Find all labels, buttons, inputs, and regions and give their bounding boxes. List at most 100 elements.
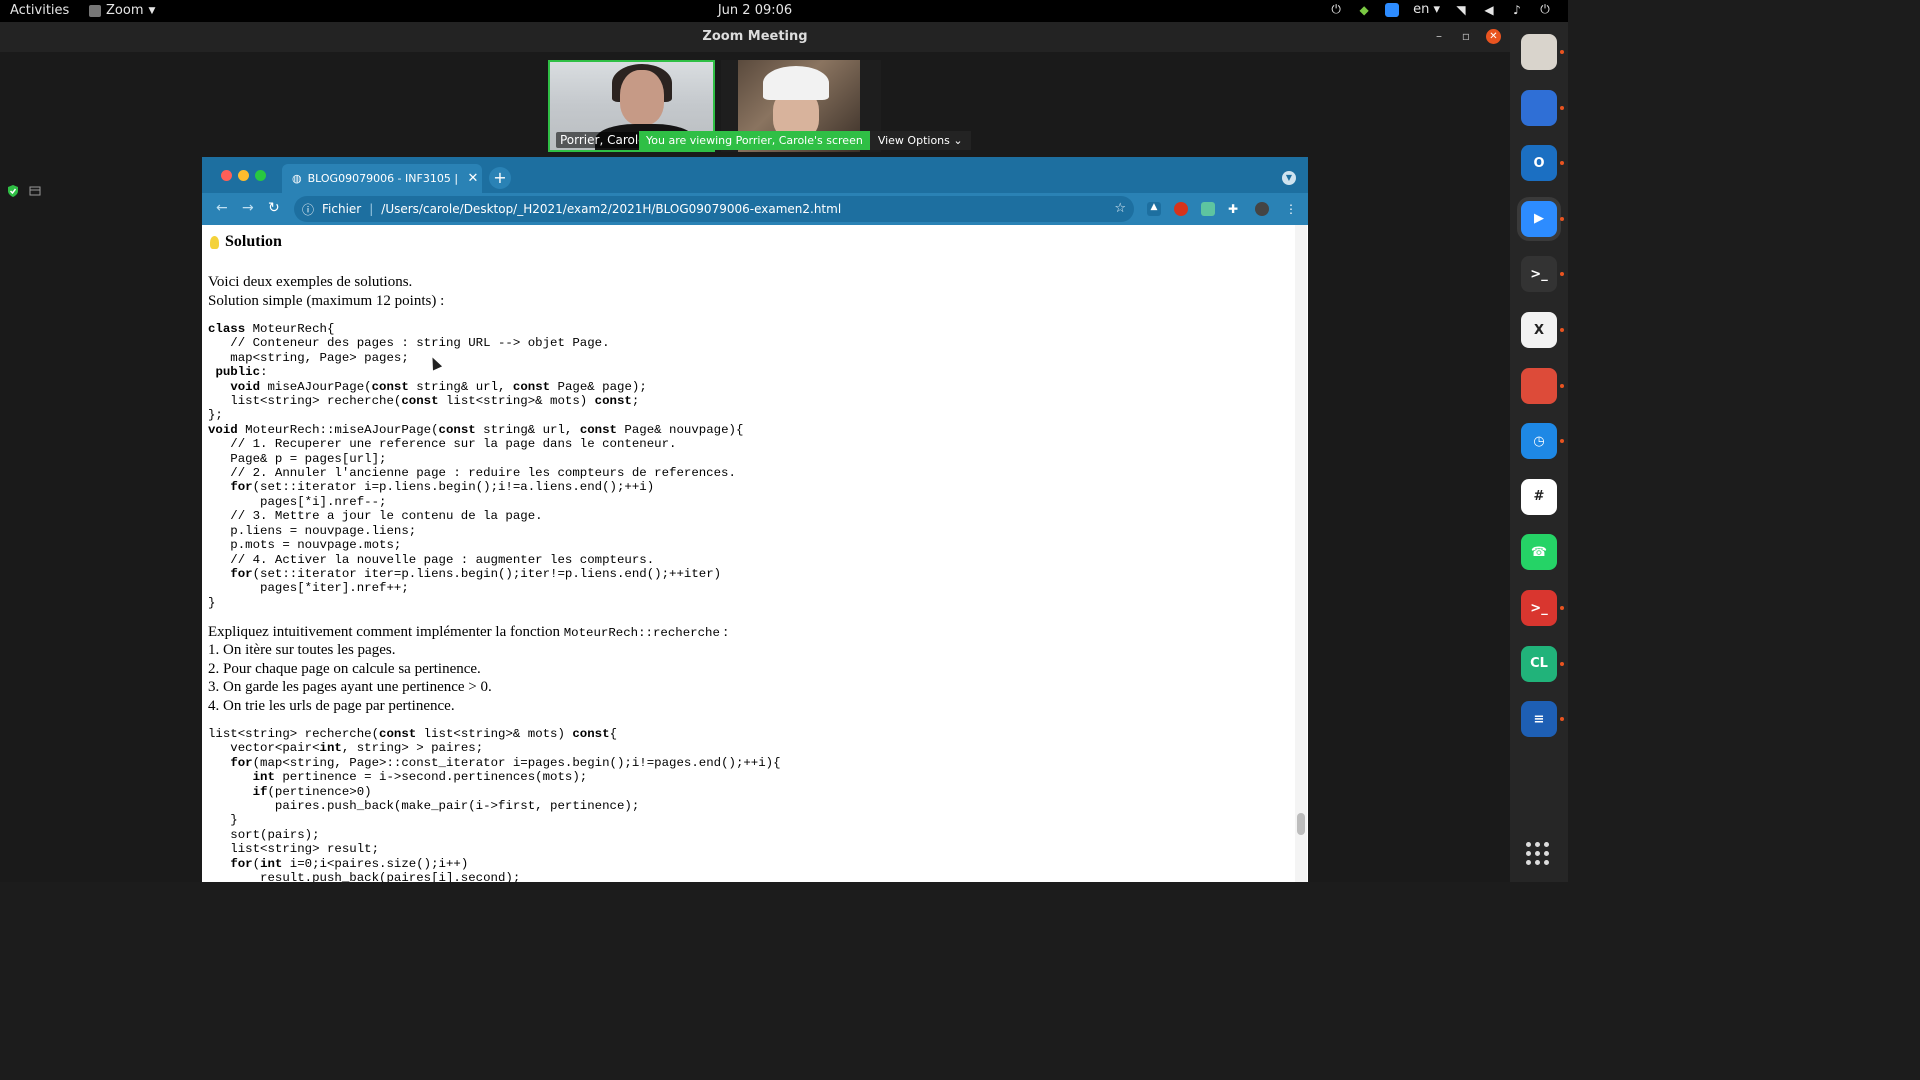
maximize-button[interactable]: ▫ xyxy=(1462,29,1470,43)
shared-browser-window: ◍ BLOG09079006 - INF3105 | C ✕ + ▼ ← → ↻… xyxy=(202,157,1308,882)
running-indicator xyxy=(1560,216,1564,221)
dock-terminal-red-icon[interactable]: >_ xyxy=(1521,590,1557,626)
code-block-1: class MoteurRech{ // Conteneur des pages… xyxy=(208,322,743,610)
explain-colon: : xyxy=(719,624,728,640)
code-line: class MoteurRech{ xyxy=(208,322,335,336)
dock-timer-icon[interactable]: ◷ xyxy=(1521,423,1557,460)
globe-icon: ◍ xyxy=(292,172,302,185)
microphone-icon[interactable]: ♪ xyxy=(1510,3,1524,17)
dock-clion-icon[interactable]: CL xyxy=(1521,645,1557,682)
code-line: for(int i=0;i<paires.size();i++) xyxy=(230,856,469,871)
dock-chrome-icon[interactable] xyxy=(1521,367,1557,404)
code-line: Page& p = pages[url]; xyxy=(208,451,387,466)
code-line: list<string> recherche(const list<string… xyxy=(208,727,617,741)
view-options-label: View Options xyxy=(877,134,950,147)
dock-whatsapp-icon[interactable]: ☎ xyxy=(1521,534,1557,571)
back-arrow-icon[interactable]: ← xyxy=(216,200,228,216)
code-line: list<string> recherche(const list<string… xyxy=(208,394,640,409)
zoom-window-title: Zoom Meeting xyxy=(0,22,1510,52)
code-line: paires.push_back(make_pair(i->first, per… xyxy=(208,799,640,814)
step-1: 1. On itère sur toutes les pages. xyxy=(208,642,396,658)
tab-strip: ◍ BLOG09079006 - INF3105 | C ✕ + ▼ xyxy=(202,157,1308,193)
dock-zoom-icon[interactable]: ▶ xyxy=(1521,200,1557,237)
ubuntu-dock: O ▶ >_ X ◷ # ☎ >_ CL ≡ xyxy=(1510,22,1568,882)
code-block-2: list<string> recherche(const list<string… xyxy=(208,727,781,882)
clock[interactable]: Jun 2 09:06 xyxy=(0,3,1510,18)
dock-terminal-icon[interactable]: >_ xyxy=(1521,256,1557,293)
dock-slack-icon[interactable]: # xyxy=(1521,478,1557,515)
grid-dot xyxy=(1526,842,1531,847)
code-line: int pertinence = i->second.pertinences(m… xyxy=(252,770,588,785)
security-shield-icon[interactable] xyxy=(7,185,19,197)
code-line: vector<pair<int, string> > paires; xyxy=(208,741,484,756)
step-4: 4. On trie les urls de page par pertinen… xyxy=(208,698,455,714)
code-line: sort(pairs); xyxy=(208,827,320,842)
code-line: pages[*iter].nref++; xyxy=(208,581,409,596)
grid-dot xyxy=(1544,860,1549,865)
system-tray: ⏻ ◆ en ▾ ◥ ◀ ♪ ⏻ xyxy=(1329,2,1552,17)
view-options-button[interactable]: View Options ⌄ xyxy=(869,131,971,150)
lightbulb-icon xyxy=(210,235,219,249)
bookmark-star-icon[interactable]: ☆ xyxy=(1114,201,1126,216)
running-indicator xyxy=(1560,161,1564,166)
reload-icon[interactable]: ↻ xyxy=(268,200,280,216)
minimize-button[interactable]: – xyxy=(1436,29,1442,43)
forward-arrow-icon[interactable]: → xyxy=(242,200,254,216)
tab-title: BLOG09079006 - INF3105 | C xyxy=(307,172,458,185)
language-selector[interactable]: en ▾ xyxy=(1413,2,1440,17)
dock-files-icon[interactable] xyxy=(1521,34,1557,70)
screen-share-banner: You are viewing Porrier, Carole's screen… xyxy=(639,131,971,150)
extension-icon[interactable]: ▲ xyxy=(1147,202,1161,216)
mac-close-button[interactable] xyxy=(221,170,232,181)
solution-heading: Solution xyxy=(210,233,282,251)
mac-minimize-button[interactable] xyxy=(238,170,249,181)
tab-close-icon[interactable]: ✕ xyxy=(464,171,482,186)
tab-search-button[interactable]: ▼ xyxy=(1282,171,1296,185)
running-indicator xyxy=(1560,717,1564,722)
running-indicator xyxy=(1560,272,1564,277)
scrollbar-thumb[interactable] xyxy=(1297,813,1305,835)
profile-avatar[interactable] xyxy=(1255,202,1269,216)
puzzle-extensions-icon[interactable]: ✚ xyxy=(1228,202,1242,216)
shield-extension-icon[interactable] xyxy=(1201,202,1215,216)
recording-status-icon[interactable] xyxy=(29,185,41,197)
code-line: p.liens = nouvpage.liens; xyxy=(208,523,417,538)
language-label: en xyxy=(1413,2,1430,17)
code-line: result.push_back(paires[i].second); xyxy=(208,871,521,882)
intro-paragraph-2: Solution simple (maximum 12 points) : xyxy=(208,293,445,309)
system-top-bar: Activities Zoom ▼ Jun 2 09:06 ⏻ ◆ en ▾ ◥… xyxy=(0,0,1568,22)
running-indicator xyxy=(1560,439,1564,444)
address-separator: | xyxy=(369,202,374,216)
wifi-icon[interactable]: ◥ xyxy=(1454,3,1468,17)
code-line: map<string, Page> pages; xyxy=(208,350,409,365)
new-tab-button[interactable]: + xyxy=(489,167,511,189)
address-scheme-label: Fichier xyxy=(322,202,362,216)
code-line: } xyxy=(208,813,238,828)
kebab-menu-icon[interactable]: ⋮ xyxy=(1284,202,1298,216)
code-line: if(pertinence>0) xyxy=(252,784,372,799)
vertical-scrollbar[interactable] xyxy=(1295,225,1307,882)
dock-calendar-icon[interactable] xyxy=(1521,89,1557,126)
explain-function-name: MoteurRech::recherche xyxy=(563,626,720,640)
browser-toolbar: ← → ↻ ⓘ Fichier | /Users/carole/Desktop/… xyxy=(202,193,1308,225)
zoom-tray-icon[interactable] xyxy=(1385,2,1400,17)
close-button[interactable]: ✕ xyxy=(1486,29,1501,44)
grid-dot xyxy=(1526,860,1531,865)
address-bar[interactable]: ⓘ Fichier | /Users/carole/Desktop/_H2021… xyxy=(294,196,1134,222)
solution-heading-label: Solution xyxy=(225,233,282,250)
power-menu-icon[interactable]: ⏻ xyxy=(1538,2,1552,17)
browser-tab[interactable]: ◍ BLOG09079006 - INF3105 | C ✕ xyxy=(282,164,482,193)
mac-zoom-button[interactable] xyxy=(255,170,266,181)
dock-outlook-icon[interactable]: O xyxy=(1521,145,1557,182)
code-line: // Conteneur des pages : string URL --> … xyxy=(208,336,610,351)
dock-writer-icon[interactable]: ≡ xyxy=(1521,701,1557,738)
volume-icon[interactable]: ◀ xyxy=(1482,3,1496,17)
code-line: // 4. Activer la nouvelle page : augment… xyxy=(208,552,655,567)
code-line: } xyxy=(208,595,216,610)
show-applications-button[interactable] xyxy=(1526,842,1552,868)
explain-text: Expliquez intuitivement comment implémen… xyxy=(208,624,560,640)
shield-icon[interactable]: ◆ xyxy=(1357,3,1371,17)
adblock-icon[interactable] xyxy=(1174,202,1188,216)
dock-xmind-icon[interactable]: X xyxy=(1521,312,1557,348)
power-timer-icon[interactable]: ⏻ xyxy=(1329,2,1343,17)
